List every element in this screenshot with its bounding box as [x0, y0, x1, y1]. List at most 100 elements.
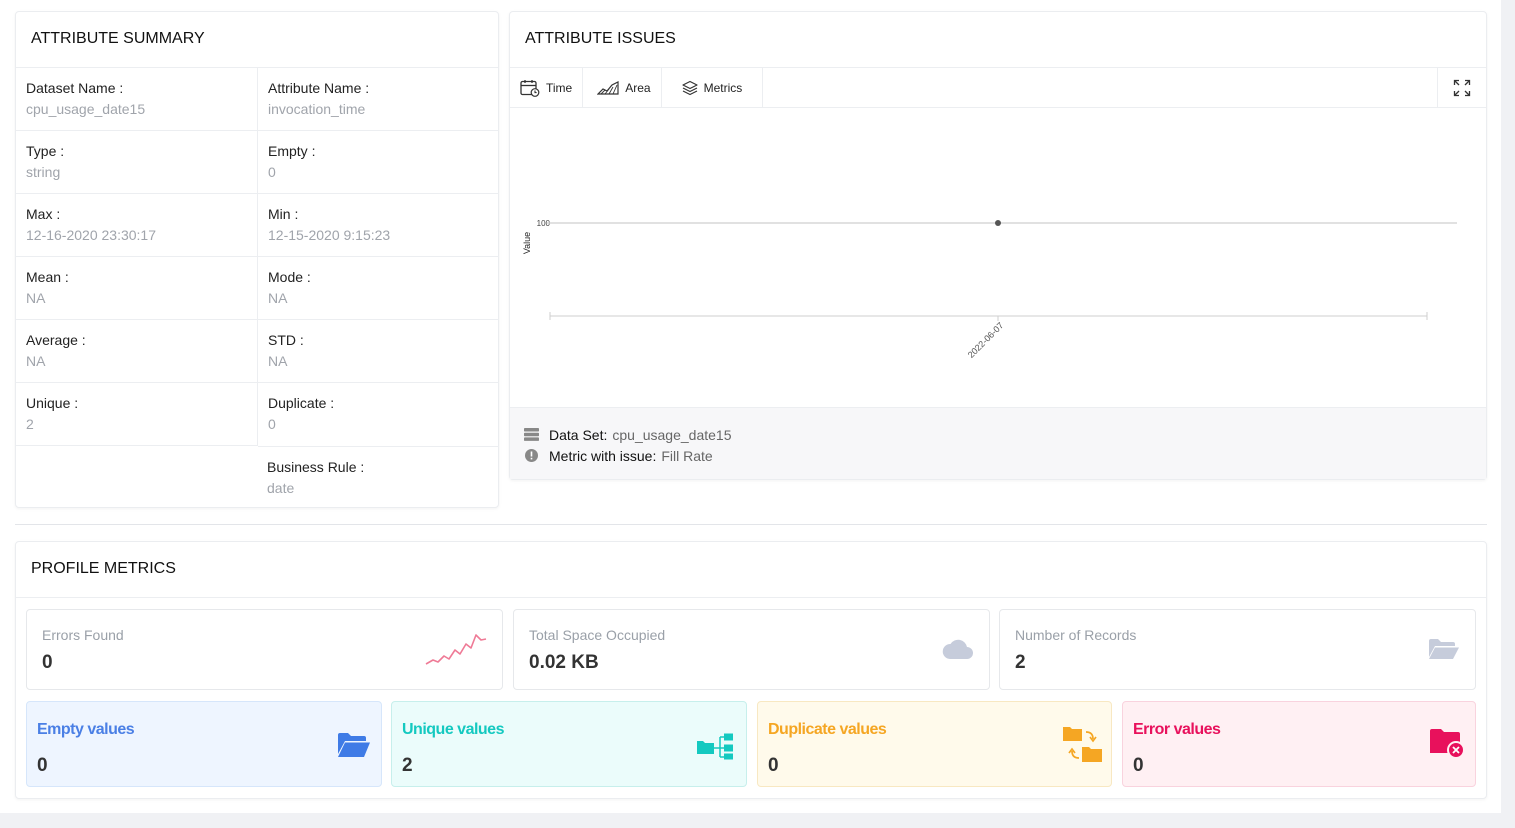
field-label: Average : [26, 332, 86, 348]
dataset-value: cpu_usage_date15 [612, 426, 732, 443]
field-value: NA [268, 353, 288, 369]
stat-label: Number of Records [1015, 627, 1137, 643]
field-label: Min : [268, 206, 299, 222]
attribute-issues-card: ATTRIBUTE ISSUES Time Area Metrics Value… [509, 11, 1487, 480]
field-duplicate: Duplicate : 0 [258, 383, 499, 446]
metrics-button-label: Metrics [703, 80, 743, 95]
field-value: NA [268, 290, 288, 306]
field-dataset-name: Dataset Name : cpu_usage_date15 [16, 68, 258, 131]
time-button-label: Time [546, 80, 573, 95]
layers-icon [681, 80, 698, 95]
stat-label: Errors Found [42, 627, 124, 643]
dataset-row: Data Set: cpu_usage_date15 [524, 424, 1486, 445]
folder-open-icon [338, 733, 370, 757]
field-label: STD : [268, 332, 304, 348]
data-point [995, 220, 1001, 226]
empty-cell [16, 446, 258, 509]
field-mode: Mode : NA [258, 257, 499, 320]
field-average: Average : NA [16, 320, 258, 383]
field-value: 0 [268, 164, 276, 180]
issues-chart-svg: Value1002022-06-07 [522, 219, 1457, 360]
cloud-icon [942, 639, 973, 659]
field-type: Type : string [16, 131, 258, 194]
field-value: cpu_usage_date15 [26, 101, 146, 117]
empty-values-tile: Empty values 0 [26, 701, 382, 787]
field-label: Dataset Name : [26, 80, 124, 96]
attribute-issues-title: ATTRIBUTE ISSUES [510, 12, 1486, 68]
area-chart-icon [597, 80, 619, 95]
area-button-label: Area [625, 80, 651, 95]
field-business-rule: Business Rule : date [258, 446, 499, 509]
field-std: STD : NA [258, 320, 499, 383]
section-divider [15, 524, 1487, 525]
field-label: Business Rule : [267, 459, 365, 475]
metric-label: Metric with issue: [549, 447, 657, 464]
field-min: Min : 12-15-2020 9:15:23 [258, 194, 499, 257]
field-empty: Empty : 0 [258, 131, 499, 194]
tile-value: 0 [1133, 755, 1144, 776]
field-value: 2 [26, 416, 34, 432]
field-label: Mode : [268, 269, 311, 285]
field-label: Empty : [268, 143, 316, 159]
number-of-records-stat: Number of Records 2 [999, 609, 1476, 690]
errors-found-stat: Errors Found 0 [26, 609, 503, 690]
metric-value: Fill Rate [661, 447, 713, 464]
unique-values-tile: Unique values 2 [391, 701, 747, 787]
profile-metrics-card: PROFILE METRICS Errors Found 0 Total Spa… [15, 541, 1487, 799]
profile-metrics-title: PROFILE METRICS [16, 542, 1486, 598]
y-axis-label: Value [522, 232, 532, 254]
folder-tree-icon [697, 733, 733, 760]
summary-grid: Dataset Name : cpu_usage_date15 Attribut… [16, 68, 499, 509]
duplicate-values-tile: Duplicate values 0 [757, 701, 1112, 787]
x-tick-label: 2022-06-07 [966, 320, 1006, 360]
stat-value: 0 [42, 652, 53, 673]
issue-footer: Data Set: cpu_usage_date15 Metric with i… [510, 407, 1486, 479]
field-label: Type : [26, 143, 65, 159]
tile-value: 0 [37, 755, 48, 776]
field-value: date [267, 480, 295, 496]
tile-label: Error values [1133, 721, 1221, 738]
error-values-tile: Error values 0 [1122, 701, 1476, 787]
stat-label: Total Space Occupied [529, 627, 666, 643]
tile-value: 2 [402, 755, 413, 776]
calendar-clock-icon [520, 79, 540, 97]
field-value: NA [26, 353, 46, 369]
field-value: invocation_time [268, 101, 366, 117]
field-value: string [26, 164, 61, 180]
field-label: Unique : [26, 395, 79, 411]
tile-label: Duplicate values [768, 721, 887, 738]
field-attribute-name: Attribute Name : invocation_time [258, 68, 499, 131]
page-scroll-track [1501, 0, 1515, 828]
fullscreen-button[interactable] [1437, 68, 1486, 107]
field-label: Attribute Name : [268, 80, 370, 96]
open-folder-icon [1429, 639, 1459, 659]
area-button[interactable]: Area [583, 68, 662, 107]
field-label: Max : [26, 206, 61, 222]
time-button[interactable]: Time [510, 68, 584, 107]
field-mean: Mean : NA [16, 257, 258, 320]
dataset-label: Data Set: [549, 426, 608, 443]
attribute-summary-card: ATTRIBUTE SUMMARY Dataset Name : cpu_usa… [15, 11, 499, 508]
field-label: Duplicate : [268, 395, 335, 411]
field-unique: Unique : 2 [16, 383, 258, 446]
field-max: Max : 12-16-2020 23:30:17 [16, 194, 258, 257]
copy-folders-icon [1063, 727, 1102, 762]
stat-value: 2 [1015, 652, 1026, 673]
metrics-button[interactable]: Metrics [662, 68, 764, 107]
tile-label: Unique values [402, 721, 504, 738]
total-space-stat: Total Space Occupied 0.02 KB [513, 609, 990, 690]
chart-toolbar: Time Area Metrics [510, 68, 1486, 108]
attribute-summary-title: ATTRIBUTE SUMMARY [16, 12, 498, 68]
page-bottom-bar [0, 813, 1515, 828]
stat-value: 0.02 KB [529, 652, 599, 673]
issues-chart: Value 100 2022-06-07 [510, 108, 1486, 407]
expand-icon [1453, 79, 1471, 96]
field-value: 12-15-2020 9:15:23 [268, 227, 391, 243]
field-value: NA [26, 290, 46, 306]
field-label: Mean : [26, 269, 69, 285]
tile-label: Empty values [37, 721, 135, 738]
info-circle-icon [525, 449, 538, 462]
trend-line-icon [425, 634, 487, 665]
tile-value: 0 [768, 755, 779, 776]
database-icon [524, 428, 539, 441]
